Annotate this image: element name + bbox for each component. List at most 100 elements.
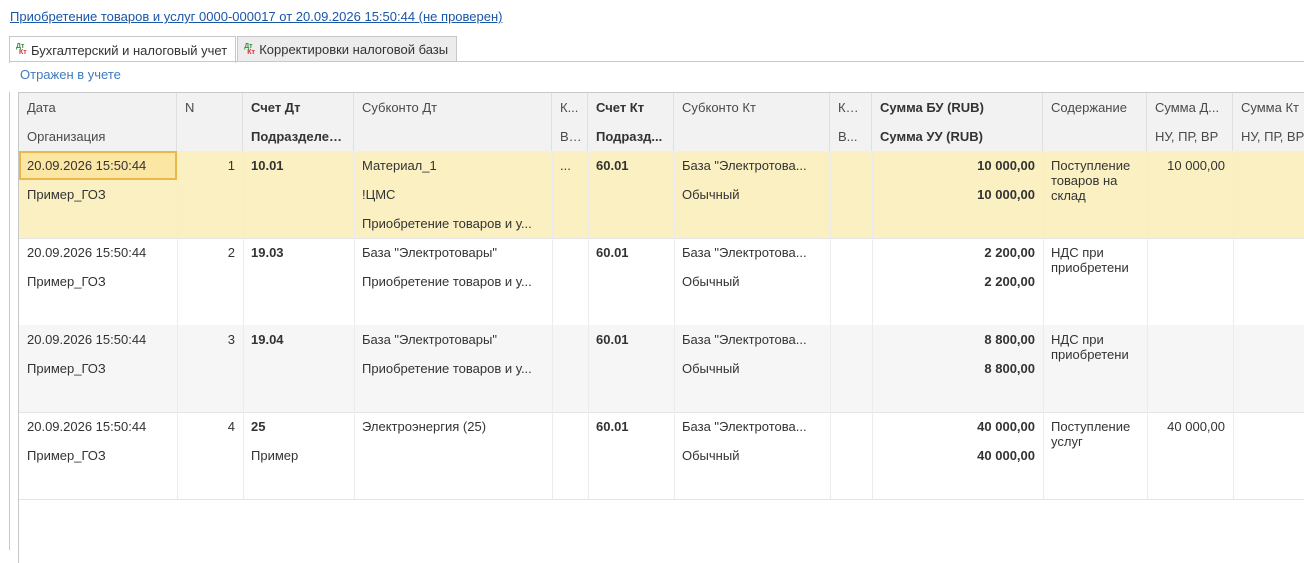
credit-subconto-cell: Обычный <box>682 448 740 463</box>
debit-subconto-cell <box>354 441 552 470</box>
column-separator <box>243 412 244 499</box>
header-cell[interactable]: Субконто Кт <box>674 93 830 122</box>
amount-uu-cell: 10 000,00 <box>977 187 1035 202</box>
credit-subconto-cell: Обычный <box>682 187 740 202</box>
credit-account-cell: 60.01 <box>596 158 629 173</box>
table-row[interactable]: 20.09.2026 15:50:44 Пример_ГОЗ 2 19.03 База … <box>19 238 1304 326</box>
credit-subconto-cell: База "Электротова... <box>682 158 807 173</box>
column-separator <box>1043 151 1044 238</box>
quantity-cell <box>552 412 588 441</box>
header-cell[interactable] <box>354 122 552 151</box>
tab-divider <box>9 61 1304 62</box>
department-cell: Пример <box>251 448 299 463</box>
header-cell[interactable] <box>177 122 243 151</box>
header-cell[interactable]: Счет Кт <box>588 93 674 122</box>
column-separator <box>1233 412 1234 499</box>
column-separator <box>1043 412 1044 499</box>
amount-uu-cell: 8 800,00 <box>984 361 1035 376</box>
column-separator <box>872 238 873 325</box>
table-row[interactable]: 20.09.2026 15:50:44 Пример_ГОЗ 3 19.04 База … <box>19 325 1304 413</box>
document-title-link[interactable]: Приобретение товаров и услуг 0000-000017… <box>10 9 502 24</box>
amount-bu-cell: 8 800,00 <box>984 332 1035 347</box>
column-separator <box>552 412 553 499</box>
debit-subconto-cell: !ЦМС <box>362 187 396 202</box>
header-cell[interactable]: N <box>177 93 243 122</box>
column-separator <box>674 412 675 499</box>
content-cell: Поступление услуг <box>1051 419 1131 449</box>
header-cell[interactable]: К... <box>552 93 588 122</box>
header-cell[interactable]: Подразделен... <box>243 122 354 151</box>
panel-left-border <box>9 92 10 550</box>
content-cell: Поступление товаров на склад <box>1051 158 1131 203</box>
header-cell[interactable]: Сумма Д... <box>1147 93 1233 122</box>
column-separator <box>872 151 873 238</box>
column-separator <box>243 238 244 325</box>
content-cell: НДС при приобретени <box>1051 332 1129 362</box>
tab-tax-adjustments[interactable]: Дт Кт Корректировки налоговой базы <box>237 36 458 62</box>
header-cell[interactable]: Сумма УУ (RUB) <box>872 122 1043 151</box>
header-cell[interactable] <box>1043 122 1147 151</box>
column-separator <box>830 412 831 499</box>
debit-subconto-cell: Материал_1 <box>362 158 437 173</box>
header-cell[interactable]: НУ, ПР, ВР <box>1233 122 1304 151</box>
header-cell[interactable]: Подразд... <box>588 122 674 151</box>
posting-status: Отражен в учете <box>20 67 121 82</box>
postings-table[interactable]: Дата N Счет Дт Субконто Дт К... Счет Кт Субкон… <box>18 92 1304 563</box>
header-cell[interactable]: В... <box>830 122 872 151</box>
organization-cell: Пример_ГОЗ <box>27 361 106 376</box>
row-number-cell: 1 <box>227 158 235 173</box>
credit-subconto-cell: База "Электротова... <box>682 332 807 347</box>
header-cell[interactable]: Организация <box>19 122 177 151</box>
table-row[interactable]: 20.09.2026 15:50:44 Пример_ГОЗ 4 25 Пример Эл… <box>19 412 1304 500</box>
credit-subconto-cell: База "Электротова... <box>682 419 807 434</box>
debit-tax-amount-cell <box>1147 325 1233 354</box>
amount-uu-cell: 2 200,00 <box>984 274 1035 289</box>
column-separator <box>177 151 178 238</box>
header-cell[interactable]: Дата <box>19 93 177 122</box>
debit-subconto-cell: Приобретение товаров и у... <box>362 274 532 289</box>
table-row[interactable]: 20.09.2026 15:50:44 Пример_ГОЗ 1 10.01 Матер… <box>19 151 1304 239</box>
column-separator <box>177 238 178 325</box>
credit-account-cell: 60.01 <box>596 419 629 434</box>
column-separator <box>1147 238 1148 325</box>
organization-cell: Пример_ГОЗ <box>27 187 106 202</box>
column-separator <box>588 238 589 325</box>
debit-subconto-cell: База "Электротовары" <box>362 245 497 260</box>
header-cell[interactable]: Содержание <box>1043 93 1147 122</box>
department-cell <box>243 354 354 383</box>
column-separator <box>588 412 589 499</box>
row-number-cell: 3 <box>227 332 235 347</box>
header-cell[interactable]: Сумма Кт <box>1233 93 1304 122</box>
amount-bu-cell: 2 200,00 <box>984 245 1035 260</box>
column-separator <box>552 151 553 238</box>
tab-label: Корректировки налоговой базы <box>259 42 449 57</box>
tab-accounting[interactable]: Дт Кт Бухгалтерский и налоговый учет <box>9 36 237 63</box>
header-cell[interactable]: Счет Дт <box>243 93 354 122</box>
date-cell: 20.09.2026 15:50:44 <box>27 245 147 260</box>
header-cell[interactable]: Сумма БУ (RUB) <box>872 93 1043 122</box>
credit-account-cell: 60.01 <box>596 245 629 260</box>
header-cell[interactable] <box>674 122 830 151</box>
column-separator <box>1043 238 1044 325</box>
date-cell: 20.09.2026 15:50:44 <box>27 419 147 434</box>
credit-subconto-cell: База "Электротова... <box>682 245 807 260</box>
quantity-cell <box>552 325 588 354</box>
debit-account-cell: 10.01 <box>251 158 284 173</box>
row-number-cell: 4 <box>227 419 235 434</box>
header-cell[interactable]: Субконто Дт <box>354 93 552 122</box>
header-cell[interactable]: Ко... <box>830 93 872 122</box>
column-separator <box>354 151 355 238</box>
column-separator <box>1233 151 1234 238</box>
column-separator <box>1233 325 1234 412</box>
column-separator <box>674 238 675 325</box>
dt-kt-icon: Дт Кт <box>244 42 255 56</box>
header-cell[interactable]: В... <box>552 122 588 151</box>
quantity-cell: ... <box>560 158 571 173</box>
column-separator <box>588 325 589 412</box>
date-cell: 20.09.2026 15:50:44 <box>27 332 147 347</box>
table-header: Дата N Счет Дт Субконто Дт К... Счет Кт Субкон… <box>19 93 1304 152</box>
amount-uu-cell: 40 000,00 <box>977 448 1035 463</box>
column-separator <box>1147 151 1148 238</box>
header-cell[interactable]: НУ, ПР, ВР <box>1147 122 1233 151</box>
column-separator <box>674 325 675 412</box>
